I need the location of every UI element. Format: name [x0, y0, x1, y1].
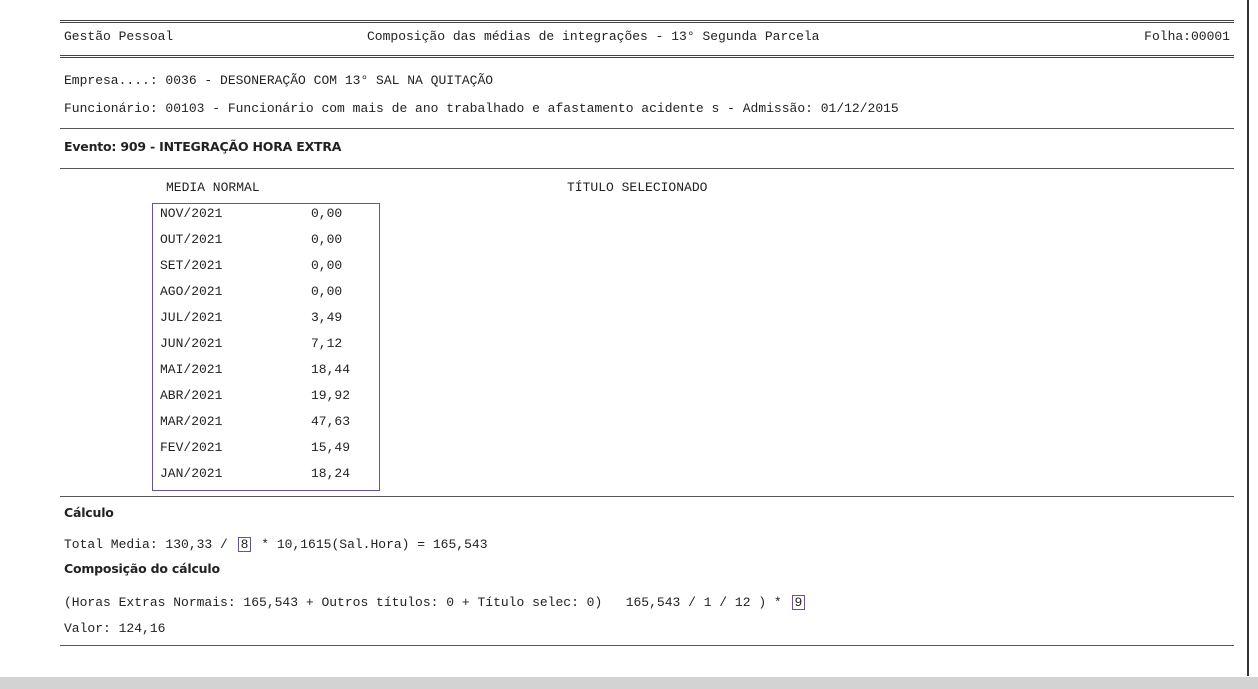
row-month: ABR/2021	[160, 388, 223, 403]
row-month: FEV/2021	[160, 440, 223, 455]
row-value: 15,49	[311, 440, 351, 455]
row-value: 18,44	[311, 362, 351, 377]
header-top-rule	[60, 20, 1234, 23]
table-row: MAI/2021 18,44	[153, 360, 379, 386]
page-right-border	[1247, 0, 1249, 676]
row-month: SET/2021	[160, 258, 223, 273]
table-row: JUN/2021 7,12	[153, 334, 379, 360]
table-rule	[60, 496, 1234, 497]
info-rule	[60, 128, 1234, 129]
report-title: Composição das médias de integrações - 1…	[367, 29, 820, 44]
row-month: OUT/2021	[160, 232, 223, 247]
table-row: AGO/2021 0,00	[153, 282, 379, 308]
calc-prefix: Total Media: 130,33 /	[64, 537, 236, 552]
table-row: NOV/2021 0,00	[153, 204, 379, 230]
row-value: 0,00	[311, 232, 343, 247]
row-value: 3,49	[311, 310, 343, 325]
column-header-normal: MEDIA NORMAL	[166, 180, 260, 195]
composition-title: Composição do cálculo	[64, 561, 220, 576]
row-value: 7,12	[311, 336, 343, 351]
event-title: Evento: 909 - INTEGRAÇÃO HORA EXTRA	[64, 139, 342, 154]
row-value: 0,00	[311, 284, 343, 299]
row-month: MAI/2021	[160, 362, 223, 377]
row-month: JUN/2021	[160, 336, 223, 351]
horizontal-scrollbar[interactable]	[0, 677, 1258, 689]
composition-line: (Horas Extras Normais: 165,543 + Outros …	[64, 595, 807, 611]
row-value: 0,00	[311, 206, 343, 221]
footer-rule	[60, 645, 1234, 646]
row-month: AGO/2021	[160, 284, 223, 299]
report-page: Gestão Pessoal Composição das médias de …	[60, 0, 1234, 689]
table-row: JAN/2021 18,24	[153, 464, 379, 490]
row-value: 18,24	[311, 466, 351, 481]
table-row: SET/2021 0,00	[153, 256, 379, 282]
table-row: JUL/2021 3,49	[153, 308, 379, 334]
row-value: 19,92	[311, 388, 351, 403]
employee-line: Funcionário: 00103 - Funcionário com mai…	[64, 101, 899, 116]
composition-multiplier-box: 9	[791, 595, 806, 610]
row-month: JUL/2021	[160, 310, 223, 325]
row-month: MAR/2021	[160, 414, 223, 429]
table-row: MAR/2021 47,63	[153, 412, 379, 438]
column-header-selected: TÍTULO SELECIONADO	[567, 180, 708, 195]
table-row: ABR/2021 19,92	[153, 386, 379, 412]
row-value: 0,00	[311, 258, 343, 273]
row-value: 47,63	[311, 414, 351, 429]
calc-title: Cálculo	[64, 505, 114, 520]
sheet-number: Folha:00001	[1144, 29, 1230, 44]
event-rule	[60, 168, 1234, 169]
value-line: Valor: 124,16	[64, 621, 166, 636]
table-row: FEV/2021 15,49	[153, 438, 379, 464]
row-month: JAN/2021	[160, 466, 223, 481]
calc-line: Total Media: 130,33 / 8 * 10,1615(Sal.Ho…	[64, 537, 488, 553]
calc-divisor-box: 8	[237, 537, 252, 552]
header-bottom-rule	[60, 55, 1234, 58]
calc-suffix: * 10,1615(Sal.Hora) = 165,543	[253, 537, 488, 552]
averages-table: NOV/2021 0,00 OUT/2021 0,00 SET/2021 0,0…	[152, 203, 380, 491]
row-month: NOV/2021	[160, 206, 223, 221]
composition-prefix: (Horas Extras Normais: 165,543 + Outros …	[64, 595, 790, 610]
company-line: Empresa....: 0036 - DESONERAÇÃO COM 13° …	[64, 73, 494, 88]
table-row: OUT/2021 0,00	[153, 230, 379, 256]
system-name: Gestão Pessoal	[64, 29, 174, 44]
